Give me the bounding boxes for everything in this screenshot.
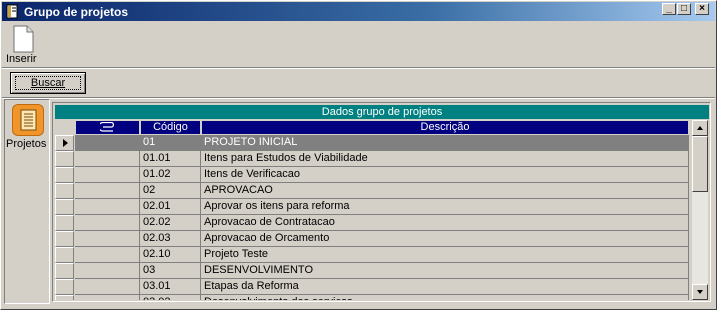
description-cell[interactable]: Projeto Teste — [201, 247, 689, 263]
row-indicator[interactable] — [55, 183, 74, 199]
code-cell[interactable]: 02 — [140, 183, 201, 199]
row-indicator[interactable] — [55, 231, 74, 247]
table-row[interactable]: 02.02 Aprovacao de Contratacao — [55, 215, 692, 231]
attachment-cell[interactable] — [75, 263, 140, 279]
row-indicator[interactable] — [55, 167, 74, 183]
table-row[interactable]: 03.02Desenvolvimento dos servicos — [55, 295, 692, 300]
row-indicator[interactable] — [55, 263, 74, 279]
table-row[interactable]: 03 DESENVOLVIMENTO — [55, 263, 692, 279]
description-cell[interactable]: Itens de Verificacao — [201, 167, 689, 183]
vertical-scrollbar[interactable] — [692, 120, 708, 300]
table-row[interactable]: 02.01 Aprovar os itens para reforma — [55, 199, 692, 215]
code-cell[interactable]: 03 — [140, 263, 201, 279]
attachment-cell[interactable] — [75, 279, 140, 295]
row-indicator[interactable] — [55, 279, 74, 295]
scroll-thumb[interactable] — [692, 136, 708, 192]
attachment-cell[interactable] — [75, 295, 140, 300]
table-row[interactable]: 01.01 Itens para Estudos de Viabilidade — [55, 151, 692, 167]
code-cell[interactable]: 02.01 — [140, 199, 201, 215]
attachment-cell[interactable] — [75, 247, 140, 263]
attachment-cell[interactable] — [75, 151, 140, 167]
table-row[interactable]: 01.02 Itens de Verificacao — [55, 167, 692, 183]
row-indicator[interactable] — [55, 199, 74, 215]
attachment-cell[interactable] — [75, 231, 140, 247]
code-cell[interactable]: 03.01 — [140, 279, 201, 295]
attachment-cell[interactable] — [75, 167, 140, 183]
table-row[interactable]: 02.03 Aprovacao de Orcamento — [55, 231, 692, 247]
table-row[interactable]: 02 APROVACAO — [55, 183, 692, 199]
code-cell[interactable]: 03.02 — [140, 295, 201, 300]
code-cell[interactable]: 01.01 — [140, 151, 201, 167]
row-indicator[interactable] — [55, 247, 74, 263]
close-button[interactable]: × — [695, 3, 709, 15]
description-cell[interactable]: PROJETO INICIAL — [201, 135, 689, 151]
description-cell[interactable]: Etapas da Reforma — [201, 279, 689, 295]
row-indicator[interactable] — [55, 135, 74, 151]
row-indicator[interactable] — [55, 295, 74, 300]
attachment-cell[interactable] — [75, 135, 140, 151]
scroll-down-button[interactable] — [692, 284, 708, 300]
attachment-cell[interactable] — [75, 183, 140, 199]
attachment-cell[interactable] — [75, 215, 140, 231]
code-cell[interactable]: 02.10 — [140, 247, 201, 263]
code-cell[interactable]: 01 — [140, 135, 201, 151]
description-cell[interactable]: Itens para Estudos de Viabilidade — [201, 151, 689, 167]
attachment-cell[interactable] — [75, 199, 140, 215]
code-cell[interactable]: 02.03 — [140, 231, 201, 247]
code-cell[interactable]: 01.02 — [140, 167, 201, 183]
current-row-arrow-icon — [63, 139, 68, 147]
description-cell[interactable]: Aprovacao de Orcamento — [201, 231, 689, 247]
grid-rows: 01 PROJETO INICIAL 01.01 Itens para Estudos… — [0, 0, 692, 300]
table-row[interactable]: 03.01 Etapas da Reforma — [55, 279, 692, 295]
description-cell[interactable]: DESENVOLVIMENTO — [201, 263, 689, 279]
description-cell[interactable]: Aprovacao de Contratacao — [201, 215, 689, 231]
scroll-up-button[interactable] — [692, 120, 708, 136]
description-cell[interactable]: Desenvolvimento dos servicos — [201, 295, 689, 300]
row-indicator[interactable] — [55, 215, 74, 231]
code-cell[interactable]: 02.02 — [140, 215, 201, 231]
table-row[interactable]: 02.10 Projeto Teste — [55, 247, 692, 263]
description-cell[interactable]: APROVACAO — [201, 183, 689, 199]
row-indicator[interactable] — [55, 151, 74, 167]
description-cell[interactable]: Aprovar os itens para reforma — [201, 199, 689, 215]
arrow-up-icon — [697, 126, 703, 130]
table-row[interactable]: 01 PROJETO INICIAL — [55, 135, 692, 151]
arrow-down-icon — [697, 290, 703, 294]
